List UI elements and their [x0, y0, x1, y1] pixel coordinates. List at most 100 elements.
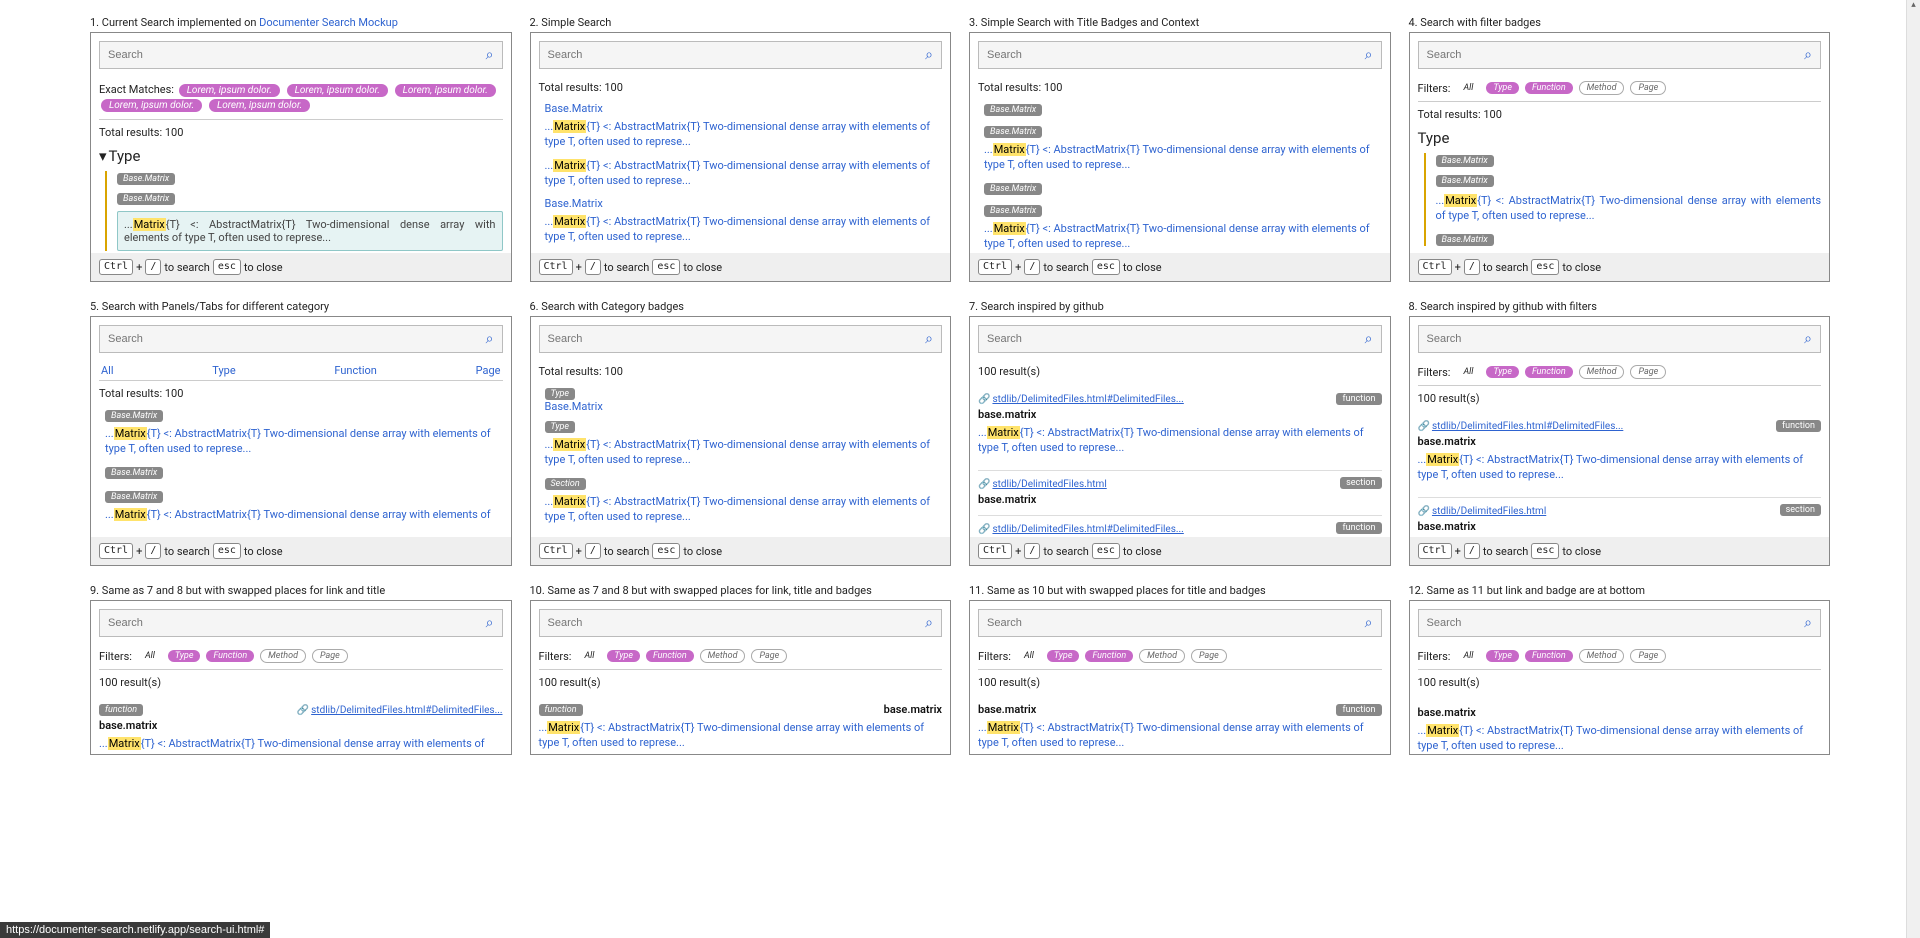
filter-type[interactable]: Type — [1486, 82, 1519, 94]
search-input[interactable] — [1427, 49, 1805, 61]
filter-method[interactable]: Method — [1139, 649, 1185, 663]
filter-all[interactable]: All — [1456, 366, 1480, 378]
search-box[interactable]: ⌕ — [1418, 325, 1822, 353]
search-icon[interactable]: ⌕ — [1365, 47, 1373, 63]
search-input[interactable] — [1427, 333, 1805, 345]
search-input[interactable] — [548, 617, 926, 629]
filter-method[interactable]: Method — [1579, 365, 1625, 379]
filter-method[interactable]: Method — [700, 649, 746, 663]
match-pill[interactable]: Lorem, ipsum dolor. — [287, 84, 388, 97]
filter-all[interactable]: All — [138, 650, 162, 662]
page-scrollbar[interactable]: ▴ — [1906, 0, 1920, 938]
search-input[interactable] — [108, 333, 486, 345]
filter-method[interactable]: Method — [260, 649, 306, 663]
search-input[interactable] — [1427, 617, 1805, 629]
search-icon[interactable]: ⌕ — [1804, 615, 1812, 631]
filter-function[interactable]: Function — [1525, 82, 1573, 94]
search-icon[interactable]: ⌕ — [1365, 331, 1373, 347]
filter-function[interactable]: Function — [206, 650, 254, 662]
result-badge[interactable]: Base.Matrix — [117, 173, 175, 185]
result-item[interactable]: functionbase.matrix ...Matrix{T} <: Abst… — [539, 697, 943, 754]
result-item[interactable]: base.matrixfunction ...Matrix{T} <: Abst… — [978, 697, 1382, 754]
filter-page[interactable]: Page — [1630, 649, 1666, 663]
result-snippet[interactable]: ...Matrix{T} <: AbstractMatrix{T} Two-di… — [984, 142, 1382, 173]
filter-type[interactable]: Type — [1486, 366, 1519, 378]
result-snippet[interactable]: ...Matrix{T} <: AbstractMatrix{T} Two-di… — [1436, 193, 1822, 224]
result-path[interactable]: stdlib/DelimitedFiles.html#DelimitedFile… — [1432, 421, 1623, 432]
search-input[interactable] — [108, 617, 486, 629]
search-box[interactable]: ⌕ — [1418, 609, 1822, 637]
result-item[interactable]: base.matrix ...Matrix{T} <: AbstractMatr… — [1418, 697, 1822, 754]
result-link[interactable]: Base.Matrix — [545, 102, 603, 115]
search-input[interactable] — [987, 333, 1365, 345]
result-snippet[interactable]: ...Matrix{T} <: AbstractMatrix{T} Two-di… — [117, 211, 503, 251]
result-path[interactable]: stdlib/DelimitedFiles.html#DelimitedFile… — [992, 524, 1183, 535]
search-icon[interactable]: ⌕ — [925, 331, 933, 347]
search-box[interactable]: ⌕ — [539, 41, 943, 69]
result-badge[interactable]: Base.Matrix — [105, 410, 163, 422]
result-badge[interactable]: Base.Matrix — [105, 491, 163, 503]
result-badge[interactable]: Base.Matrix — [105, 467, 163, 479]
search-box[interactable]: ⌕ — [99, 41, 503, 69]
result-snippet[interactable]: ...Matrix{T} <: AbstractMatrix{T} Two-di… — [545, 437, 943, 468]
result-path[interactable]: stdlib/DelimitedFiles.html#DelimitedFile… — [992, 394, 1183, 405]
result-snippet[interactable]: ...Matrix{T} <: AbstractMatrix{T} Two-di… — [545, 119, 943, 150]
result-path[interactable]: stdlib/DelimitedFiles.html#DelimitedFile… — [311, 705, 502, 716]
filter-type[interactable]: Type — [1486, 650, 1519, 662]
match-pill[interactable]: Lorem, ipsum dolor. — [101, 99, 202, 112]
result-badge[interactable]: Base.Matrix — [117, 193, 175, 205]
search-input[interactable] — [548, 49, 926, 61]
filter-page[interactable]: Page — [1630, 365, 1666, 379]
search-box[interactable]: ⌕ — [1418, 41, 1822, 69]
search-icon[interactable]: ⌕ — [486, 331, 494, 347]
filter-all[interactable]: All — [1456, 650, 1480, 662]
filter-type[interactable]: Type — [168, 650, 201, 662]
tab-type[interactable]: Type — [210, 361, 237, 380]
filter-type[interactable]: Type — [1047, 650, 1080, 662]
result-badge[interactable]: Base.Matrix — [984, 126, 1042, 138]
result-item[interactable]: 🔗stdlib/DelimitedFiles.html#DelimitedFil… — [978, 516, 1382, 537]
filter-method[interactable]: Method — [1579, 81, 1625, 95]
search-icon[interactable]: ⌕ — [925, 47, 933, 63]
search-input[interactable] — [987, 617, 1365, 629]
result-link[interactable]: Base.Matrix — [545, 400, 603, 413]
search-box[interactable]: ⌕ — [978, 609, 1382, 637]
result-item[interactable]: 🔗stdlib/DelimitedFiles.html#DelimitedFil… — [978, 386, 1382, 471]
search-icon[interactable]: ⌕ — [486, 615, 494, 631]
tab-function[interactable]: Function — [332, 361, 378, 380]
result-badge[interactable]: Base.Matrix — [1436, 155, 1494, 167]
search-icon[interactable]: ⌕ — [925, 615, 933, 631]
filter-page[interactable]: Page — [1630, 81, 1666, 95]
filter-all[interactable]: All — [577, 650, 601, 662]
result-item[interactable]: 🔗stdlib/DelimitedFiles.htmlsection base.… — [1418, 498, 1822, 537]
match-pill[interactable]: Lorem, ipsum dolor. — [179, 84, 280, 97]
filter-function[interactable]: Function — [1525, 366, 1573, 378]
search-box[interactable]: ⌕ — [99, 325, 503, 353]
result-badge[interactable]: Base.Matrix — [1436, 234, 1494, 246]
result-link[interactable]: Base.Matrix — [545, 197, 603, 210]
result-snippet[interactable]: ...Matrix{T} <: AbstractMatrix{T} Two-di… — [984, 221, 1382, 252]
result-badge[interactable]: Base.Matrix — [1436, 175, 1494, 187]
filter-function[interactable]: Function — [646, 650, 694, 662]
result-snippet[interactable]: ...Matrix{T} <: AbstractMatrix{T} Two-di… — [545, 214, 943, 245]
search-icon[interactable]: ⌕ — [1804, 47, 1812, 63]
tab-page[interactable]: Page — [474, 361, 503, 380]
result-item[interactable]: 🔗stdlib/DelimitedFiles.htmlsection base.… — [978, 471, 1382, 516]
search-box[interactable]: ⌕ — [978, 41, 1382, 69]
search-icon[interactable]: ⌕ — [1365, 615, 1373, 631]
result-badge[interactable]: Base.Matrix — [984, 104, 1042, 116]
result-snippet[interactable]: ...Matrix{T} <: AbstractMatrix{T} Two-di… — [105, 507, 503, 522]
search-box[interactable]: ⌕ — [539, 325, 943, 353]
result-snippet[interactable]: ...Matrix{T} <: AbstractMatrix{T} Two-di… — [545, 494, 943, 525]
search-icon[interactable]: ⌕ — [1804, 331, 1812, 347]
filter-function[interactable]: Function — [1085, 650, 1133, 662]
search-icon[interactable]: ⌕ — [486, 47, 494, 63]
result-badge[interactable]: Base.Matrix — [984, 183, 1042, 195]
filter-page[interactable]: Page — [1191, 649, 1227, 663]
result-path[interactable]: stdlib/DelimitedFiles.html — [992, 479, 1106, 490]
result-snippet[interactable]: ...Matrix{T} <: AbstractMatrix{T} Two-di… — [105, 426, 503, 457]
filter-all[interactable]: All — [1456, 82, 1480, 94]
search-box[interactable]: ⌕ — [539, 609, 943, 637]
filter-function[interactable]: Function — [1525, 650, 1573, 662]
tab-all[interactable]: All — [99, 361, 116, 380]
